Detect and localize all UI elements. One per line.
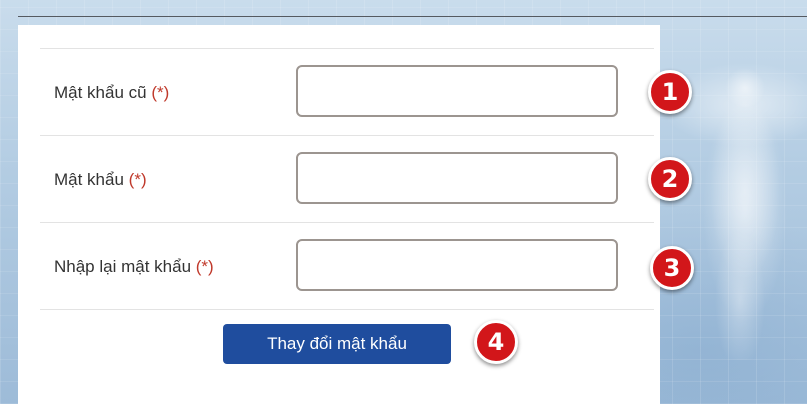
background-figure <box>700 60 790 360</box>
confirm-password-label: Nhập lại mật khẩu (*) <box>54 223 214 311</box>
new-password-label-text: Mật khẩu <box>54 170 124 189</box>
old-password-label-text: Mật khẩu cũ <box>54 83 147 102</box>
required-mark: (*) <box>195 257 214 276</box>
required-mark: (*) <box>151 83 170 102</box>
old-password-input[interactable] <box>296 65 618 117</box>
change-password-panel: Mật khẩu cũ (*) Mật khẩu (*) Nhập lại mậ… <box>18 25 660 404</box>
step-badge-4: 4 <box>474 320 518 364</box>
form-row-confirm-password: Nhập lại mật khẩu (*) <box>40 222 654 311</box>
new-password-input[interactable] <box>296 152 618 204</box>
confirm-password-input[interactable] <box>296 239 618 291</box>
confirm-password-label-text: Nhập lại mật khẩu <box>54 257 192 276</box>
form-row-new-password: Mật khẩu (*) <box>40 135 654 224</box>
form-row-old-password: Mật khẩu cũ (*) <box>40 48 654 137</box>
old-password-label: Mật khẩu cũ (*) <box>54 49 169 137</box>
change-password-button[interactable]: Thay đổi mật khẩu <box>223 324 451 364</box>
step-badge-2: 2 <box>648 157 692 201</box>
step-badge-3: 3 <box>650 246 694 290</box>
step-badge-1: 1 <box>648 70 692 114</box>
top-divider <box>18 16 807 17</box>
form-bottom-divider <box>40 309 654 310</box>
required-mark: (*) <box>128 170 147 189</box>
new-password-label: Mật khẩu (*) <box>54 136 147 224</box>
